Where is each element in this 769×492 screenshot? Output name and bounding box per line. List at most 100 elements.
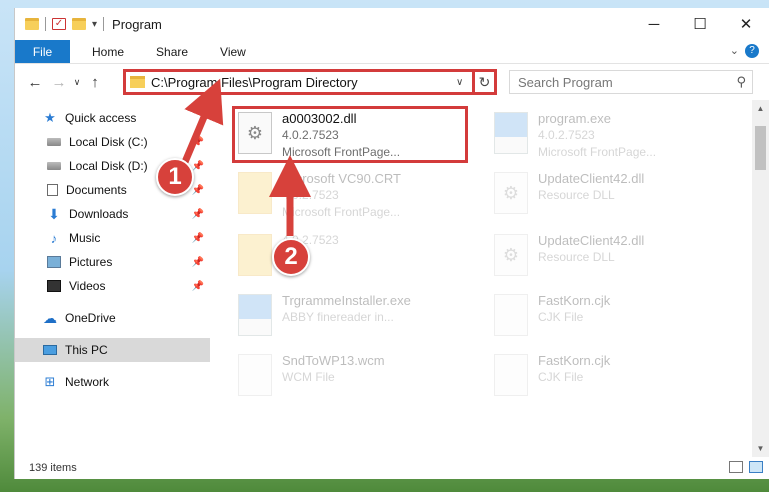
highlight-box	[232, 106, 468, 163]
tab-file[interactable]: File	[15, 40, 70, 63]
file-name: UpdateClient42.dll	[538, 171, 645, 186]
pin-icon: 📌	[191, 256, 204, 268]
documents-icon	[47, 184, 58, 196]
vertical-scrollbar[interactable]: ▲ ▼	[752, 100, 769, 457]
pictures-icon	[47, 256, 61, 268]
star-icon: ★	[44, 110, 56, 125]
pin-icon: 📌	[191, 184, 204, 196]
file-item[interactable]: SndToWP13.wcm WCM File	[238, 348, 478, 404]
refresh-button[interactable]: ↻	[475, 69, 497, 95]
file-item[interactable]: FastKorn.cjk CJK File	[494, 348, 734, 404]
file-item[interactable]: program.exe 4.0.2.7523 Microsoft FrontPa…	[494, 106, 734, 162]
item-count: 139 items	[29, 462, 77, 474]
dll-file-icon: ⚙	[494, 234, 528, 276]
quick-access-toolbar: ✓ ▾	[25, 17, 105, 31]
sidebar-item-downloads[interactable]: ⬇ Downloads 📌	[15, 202, 210, 226]
sidebar-item-label: Pictures	[69, 255, 113, 269]
step-2-badge: 2	[272, 238, 310, 276]
content-area: ★ Quick access Local Disk (C:) 📌 Local D…	[15, 100, 769, 457]
sidebar-item-local-disk-c[interactable]: Local Disk (C:) 📌	[15, 130, 210, 154]
sidebar-item-label: Music	[69, 231, 101, 245]
window-title: Program	[112, 16, 162, 32]
file-name: Microsoft VC90.CRT	[282, 171, 401, 186]
scroll-down-icon[interactable]: ▼	[752, 444, 769, 453]
window-controls: ─ ☐ ✕	[631, 8, 769, 40]
installer-icon	[238, 294, 272, 336]
file-description: CJK File	[538, 370, 584, 384]
sidebar-item-videos[interactable]: Videos 📌	[15, 274, 210, 298]
chevron-down-icon[interactable]: ∨	[71, 77, 83, 88]
pin-icon: 📌	[191, 232, 204, 244]
onedrive-icon: ☁	[43, 309, 57, 326]
view-switcher	[729, 461, 763, 473]
file-item[interactable]: ⚙ UpdateClient42.dll Resource DLL	[494, 166, 734, 222]
file-name: FastKorn.cjk	[538, 293, 611, 308]
file-item[interactable]: ⚙ UpdateClient42.dll Resource DLL	[494, 228, 734, 284]
address-path[interactable]: C:\Program Files\Program Directory	[151, 75, 456, 90]
sidebar-item-this-pc[interactable]: This PC	[15, 338, 210, 362]
sidebar-item-pictures[interactable]: Pictures 📌	[15, 250, 210, 274]
scroll-thumb[interactable]	[755, 126, 766, 170]
file-description: ABBY finereader in...	[282, 310, 394, 324]
file-version: 4.0.2.7523	[538, 128, 595, 142]
step-1-badge: 1	[156, 158, 194, 196]
search-icon: ⚲	[736, 74, 746, 89]
file-name: TrgrammeInstaller.exe	[282, 293, 411, 308]
tab-home[interactable]: Home	[70, 40, 124, 63]
sidebar-item-quick-access[interactable]: ★ Quick access	[15, 106, 210, 130]
tab-view[interactable]: View	[188, 40, 246, 63]
sidebar-item-label: Quick access	[65, 111, 137, 125]
sidebar-item-music[interactable]: ♪ Music 📌	[15, 226, 210, 250]
arrow-up-icon[interactable]: ↑	[83, 74, 107, 91]
file-item[interactable]: FastKorn.cjk CJK File	[494, 288, 734, 344]
tab-share[interactable]: Share	[124, 40, 188, 63]
file-description: Resource DLL	[538, 188, 615, 202]
scroll-up-icon[interactable]: ▲	[752, 104, 769, 113]
file-description: CJK File	[538, 310, 584, 324]
sidebar-item-label: Downloads	[69, 207, 129, 221]
arrow-left-icon[interactable]: ←	[23, 74, 47, 91]
file-icon	[494, 294, 528, 336]
help-icon[interactable]: ?	[745, 44, 759, 58]
folder-icon	[130, 76, 145, 88]
divider	[45, 17, 46, 31]
new-folder-icon[interactable]	[72, 18, 86, 30]
large-icons-view-icon[interactable]	[749, 461, 763, 473]
file-item[interactable]: TrgrammeInstaller.exe ABBY finereader in…	[238, 288, 478, 344]
details-view-icon[interactable]	[729, 461, 743, 473]
network-icon: ⊞	[44, 374, 56, 389]
file-description: Microsoft FrontPage...	[538, 145, 657, 159]
file-item[interactable]: Microsoft VC90.CRT 4.0.2.7523 Microsoft …	[238, 166, 478, 222]
sidebar-item-label: Videos	[69, 279, 106, 293]
sidebar-item-network[interactable]: ⊞ Network	[15, 370, 210, 394]
folder-icon	[238, 234, 272, 276]
file-list: ⚙ a0003002.dll 4.0.2.7523 Microsoft Fron…	[210, 100, 769, 457]
videos-icon	[47, 280, 61, 292]
exe-file-icon	[494, 112, 528, 154]
file-name: UpdateClient42.dll	[538, 233, 645, 248]
close-button[interactable]: ✕	[723, 8, 769, 40]
sidebar-item-label: Local Disk (C:)	[69, 135, 148, 149]
customize-toolbar-icon[interactable]: ▾	[92, 19, 97, 30]
expand-ribbon-icon[interactable]: ⌄	[730, 44, 739, 57]
search-input[interactable]: Search Program ⚲	[509, 70, 753, 94]
file-version: 4.0.2.7523	[282, 188, 339, 202]
chevron-down-icon[interactable]: ∨	[456, 77, 472, 88]
properties-icon[interactable]: ✓	[52, 18, 66, 30]
file-description: Microsoft FrontPage...	[282, 205, 401, 219]
status-bar: 139 items	[15, 457, 769, 479]
address-bar[interactable]: C:\Program Files\Program Directory ∨	[123, 69, 475, 95]
pc-icon	[43, 345, 57, 355]
file-icon	[238, 354, 272, 396]
pin-icon: 📌	[191, 208, 204, 220]
sidebar-item-onedrive[interactable]: ☁ OneDrive	[15, 306, 210, 330]
minimize-button[interactable]: ─	[631, 8, 677, 40]
divider	[103, 17, 105, 31]
maximize-button[interactable]: ☐	[677, 8, 723, 40]
explorer-window: ✓ ▾ Program ─ ☐ ✕ File Home Share View ⌄…	[14, 8, 769, 479]
file-description: Resource DLL	[538, 250, 615, 264]
title-bar: ✓ ▾ Program ─ ☐ ✕	[15, 8, 769, 40]
arrow-right-icon[interactable]: →	[47, 74, 71, 91]
pin-icon: 📌	[191, 280, 204, 292]
navigation-bar: ← → ∨ ↑ C:\Program Files\Program Directo…	[15, 64, 769, 100]
